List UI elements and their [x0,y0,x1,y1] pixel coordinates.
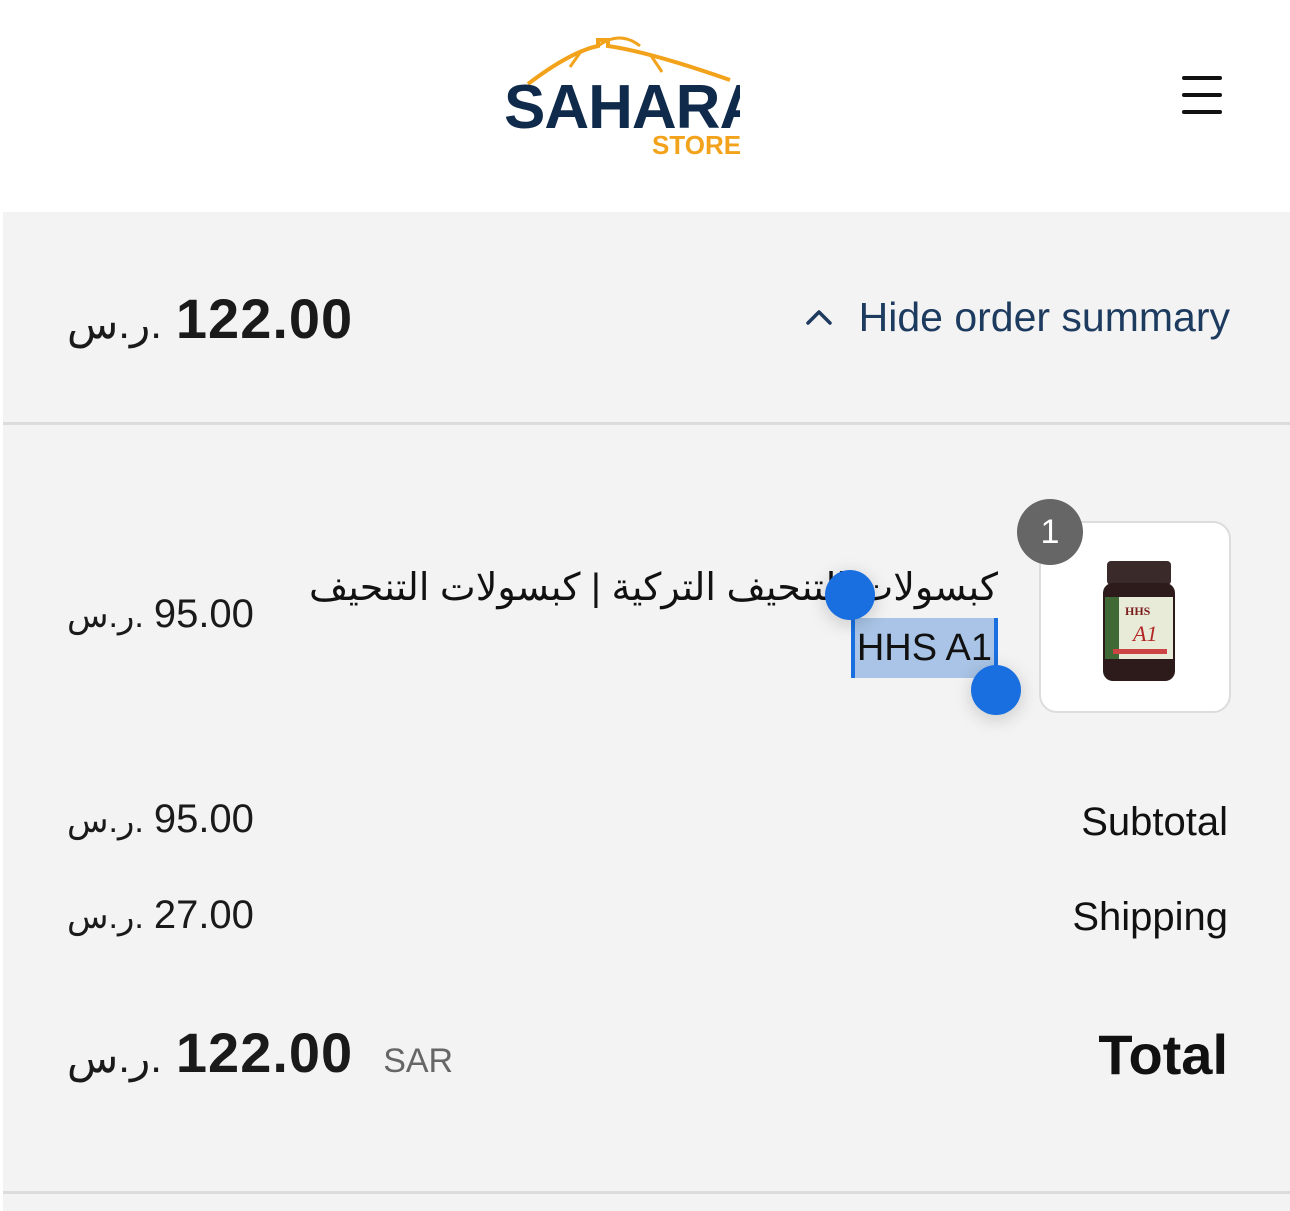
subtotal-amount: 95.00 [153,797,254,841]
subtotal-label: Subtotal [1081,800,1228,844]
chevron-up-icon [805,310,832,325]
summary-total: ر.س. 122.00 [67,278,353,358]
sahara-store-logo[interactable]: SAHARA STORE [500,32,740,162]
product-price: ر.س. 95.00 [67,592,254,637]
toggle-label: Hide order summary [858,293,1230,340]
selection-start-handle[interactable] [825,570,875,620]
hamburger-menu-icon [1182,76,1222,80]
shipping-label: Shipping [1072,895,1228,939]
menu-button[interactable] [1176,70,1232,120]
currency-symbol: ر.س. [67,802,144,840]
product-title[interactable]: كبسولات التنحيف التركية | كبسولات التنحي… [308,558,998,678]
svg-text:HHS: HHS [1125,604,1151,618]
currency-symbol: ر.س. [67,1034,162,1081]
logo-subtext: STORE [652,130,740,160]
divider [3,1191,1290,1194]
shipping-value: ر.س. 27.00 [67,893,254,938]
product-title-arabic: كبسولات التنحيف التركية | كبسولات التنحي… [308,567,998,609]
hide-order-summary-toggle[interactable]: Hide order summary [803,292,1230,342]
currency-symbol: ر.س. [67,299,162,347]
shipping-amount: 27.00 [153,893,254,937]
product-price-amount: 95.00 [153,592,254,636]
summary-total-amount: 122.00 [175,286,354,350]
subtotal-value: ر.س. 95.00 [67,797,254,842]
quantity-badge: 1 [1017,499,1083,565]
site-header: SAHARA STORE [0,0,1290,212]
order-summary-bar: ر.س. 122.00 Hide order summary [3,212,1290,425]
currency-symbol: ر.س. [67,898,144,936]
order-summary: ر.س. 122.00 Hide order summary HHS A1 1 … [3,212,1290,1211]
currency-symbol: ر.س. [67,597,144,635]
selected-text-highlight[interactable]: HHS A1 [850,618,998,678]
selection-end-handle[interactable] [971,665,1021,715]
currency-code: SAR [383,1042,454,1080]
total-amount: 122.00 [175,1021,354,1084]
total-label: Total [1098,1023,1228,1086]
total-value: ر.س. 122.00 SAR [67,1020,453,1085]
svg-text:A1: A1 [1131,621,1157,646]
